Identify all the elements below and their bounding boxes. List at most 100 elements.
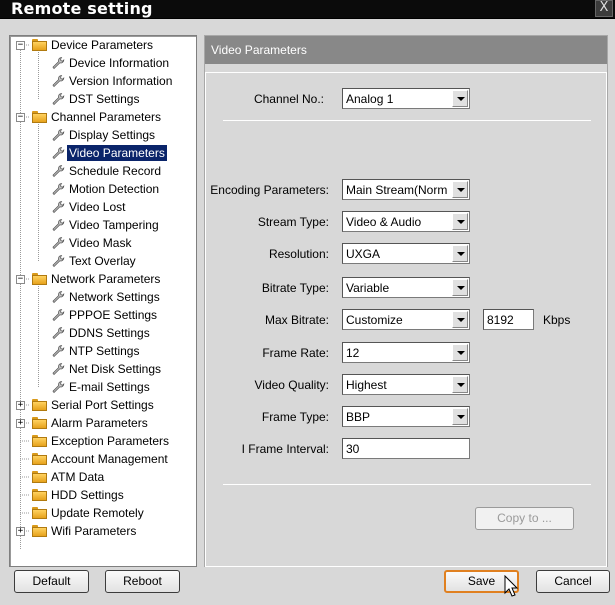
chevron-down-icon[interactable] (452, 90, 468, 107)
tree-item-label: E-mail Settings (69, 380, 150, 394)
folder-icon (32, 399, 47, 411)
default-button[interactable]: Default (14, 570, 89, 593)
frame-rate-select[interactable]: 12 (342, 342, 470, 363)
tree-item-label: Schedule Record (69, 164, 162, 178)
video-quality-select[interactable]: Highest (342, 374, 470, 395)
expand-icon[interactable]: + (16, 419, 25, 428)
wrench-icon (51, 290, 65, 304)
wrench-icon (51, 344, 65, 358)
max-bitrate-value: Customize (346, 313, 403, 327)
folder-icon (32, 471, 47, 483)
tree-item-label: DDNS Settings (69, 326, 150, 340)
tree-item-label: Device Information (69, 56, 170, 70)
close-button[interactable]: X (595, 0, 613, 17)
wrench-icon (51, 146, 65, 160)
tree-group-label: ATM Data (51, 470, 105, 484)
folder-icon (32, 273, 47, 285)
tree-group-label: Exception Parameters (51, 434, 170, 448)
video-quality-value: Highest (346, 378, 387, 392)
wrench-icon (51, 308, 65, 322)
video-parameters-panel: Video Parameters Channel No.: Analog 1 E… (204, 35, 608, 567)
wrench-icon (51, 128, 65, 142)
folder-icon (32, 435, 47, 447)
wrench-icon (51, 380, 65, 394)
mouse-pointer-icon (504, 575, 519, 597)
bitrate-type-value: Variable (346, 281, 390, 295)
wrench-icon (51, 182, 65, 196)
frame-type-select[interactable]: BBP (342, 406, 470, 427)
stream-type-select[interactable]: Video & Audio (342, 211, 470, 232)
bitrate-type-select[interactable]: Variable (342, 277, 470, 298)
max-bitrate-label: Max Bitrate: (264, 313, 329, 327)
folder-icon (32, 417, 47, 429)
bitrate-unit: Kbps (543, 313, 571, 327)
chevron-down-icon[interactable] (452, 408, 468, 425)
chevron-down-icon[interactable] (452, 181, 468, 198)
wrench-icon (51, 254, 65, 268)
collapse-icon[interactable]: − (16, 41, 25, 50)
folder-icon (32, 507, 47, 519)
expand-icon[interactable]: + (16, 527, 25, 536)
chevron-down-icon[interactable] (452, 213, 468, 230)
separator-top (223, 120, 591, 121)
resolution-select[interactable]: UXGA (342, 243, 470, 264)
title-bar: Remote setting X (0, 0, 615, 18)
tree-group-label: Alarm Parameters (51, 416, 148, 430)
frame-rate-value: 12 (346, 346, 360, 360)
collapse-icon[interactable]: − (16, 113, 25, 122)
panel-title: Video Parameters (205, 36, 607, 64)
max-bitrate-select[interactable]: Customize (342, 309, 470, 330)
chevron-down-icon[interactable] (452, 311, 468, 328)
collapse-icon[interactable]: − (16, 275, 25, 284)
tree-item-label: DST Settings (69, 92, 140, 106)
reboot-button[interactable]: Reboot (105, 570, 180, 593)
chevron-down-icon[interactable] (452, 376, 468, 393)
encoding-select[interactable]: Main Stream(Norm (342, 179, 470, 200)
tree-group-label: Update Remotely (51, 506, 144, 520)
folder-icon (32, 453, 47, 465)
channel-select[interactable]: Analog 1 (342, 88, 470, 109)
stream-type-label: Stream Type: (257, 215, 329, 229)
chevron-down-icon[interactable] (452, 279, 468, 296)
tree-group-label: Device Parameters (51, 38, 154, 52)
window-title: Remote setting (11, 0, 153, 18)
wrench-icon (51, 200, 65, 214)
tree-item-label: Video Mask (69, 236, 132, 250)
frame-type-label: Frame Type: (261, 410, 329, 424)
separator-bottom (223, 484, 591, 485)
wrench-icon (51, 236, 65, 250)
chevron-down-icon[interactable] (452, 245, 468, 262)
chevron-down-icon[interactable] (452, 344, 468, 361)
stream-type-value: Video & Audio (346, 215, 422, 229)
copy-to-button[interactable]: Copy to ... (475, 507, 574, 530)
wrench-icon (51, 92, 65, 106)
encoding-select-value: Main Stream(Norm (346, 183, 448, 197)
wrench-icon (51, 326, 65, 340)
custom-bitrate-input[interactable]: 8192 (483, 309, 534, 330)
frame-type-value: BBP (346, 410, 371, 424)
tree-group-label: Serial Port Settings (51, 398, 154, 412)
folder-icon (32, 39, 47, 51)
i-frame-interval-input[interactable]: 30 (342, 438, 470, 459)
expand-icon[interactable]: + (16, 401, 25, 410)
folder-icon (32, 489, 47, 501)
bitrate-type-label: Bitrate Type: (261, 281, 329, 295)
tree-item-label: Network Settings (69, 290, 160, 304)
wrench-icon (51, 74, 65, 88)
tree-group-label: Network Parameters (51, 272, 161, 286)
tree-item-label: Motion Detection (69, 182, 160, 196)
folder-icon (32, 525, 47, 537)
settings-tree[interactable]: − Device Parameters Device Information Vers… (9, 35, 197, 567)
encoding-label: Encoding Parameters: (210, 183, 329, 197)
tree-group-label: HDD Settings (51, 488, 124, 502)
cancel-button[interactable]: Cancel (536, 570, 610, 593)
i-frame-interval-label: I Frame Interval: (241, 442, 329, 456)
wrench-icon (51, 362, 65, 376)
video-quality-label: Video Quality: (254, 378, 330, 392)
tree-item-label: Text Overlay (69, 254, 136, 268)
tree-item-label: Net Disk Settings (69, 362, 162, 376)
channel-label: Channel No.: (253, 92, 324, 106)
tree-item-label: Video Tampering (69, 218, 159, 232)
tree-item-label: Display Settings (69, 128, 156, 142)
tree-item-label: Version Information (69, 74, 173, 88)
